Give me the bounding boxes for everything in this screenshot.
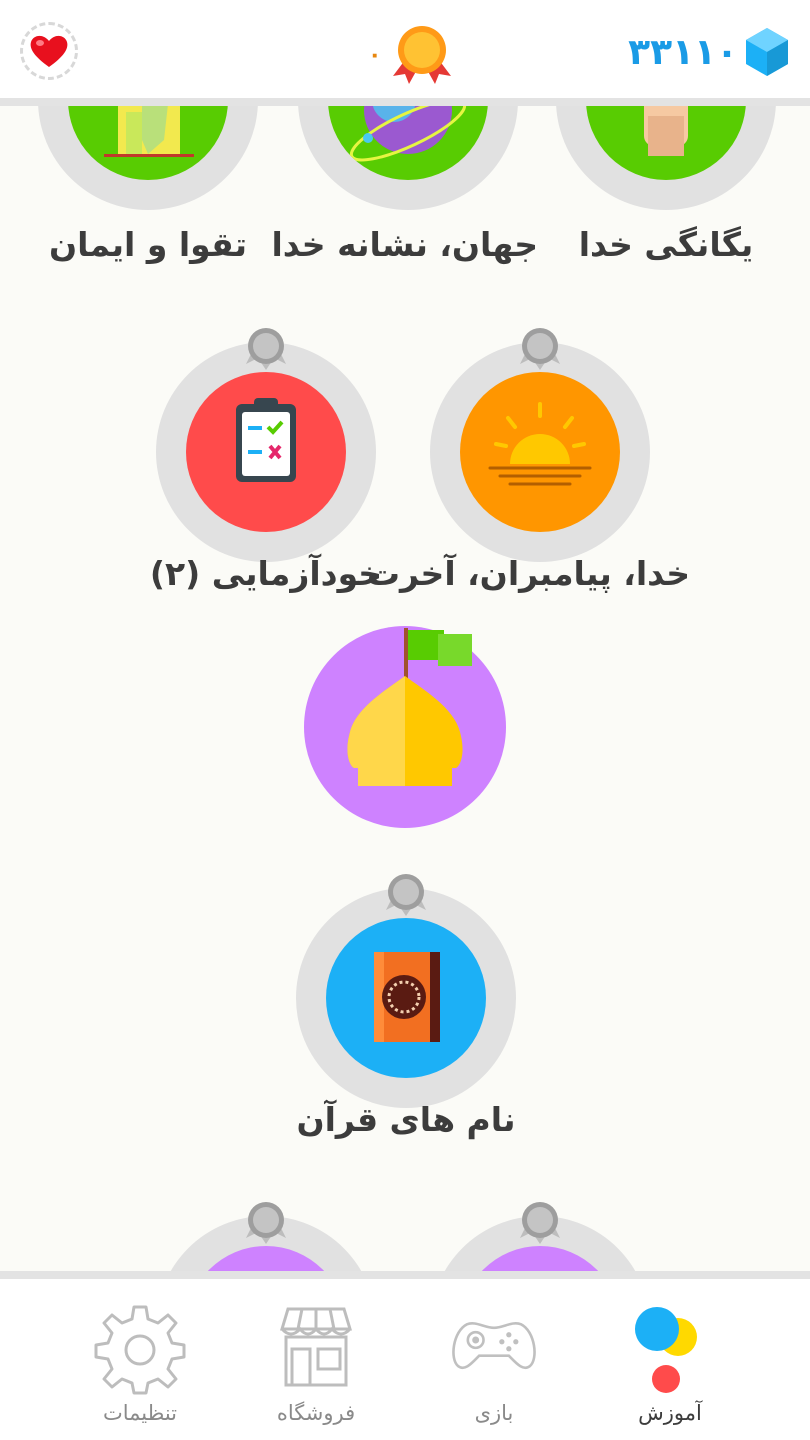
bottom-nav: آموزش بازی فروشگاه تنظیمات	[0, 1279, 810, 1440]
medal-counter[interactable]: ۰	[368, 22, 455, 88]
nav-learn[interactable]: آموزش	[590, 1279, 750, 1440]
gear-icon	[94, 1305, 186, 1395]
nav-shop[interactable]: فروشگاه	[236, 1279, 396, 1440]
crown-icon	[520, 1202, 560, 1244]
hearts-button[interactable]	[20, 22, 78, 80]
lesson-label: جهان، نشانه خدا	[271, 225, 538, 264]
lesson-node-khoda-payambaran[interactable]: خدا، پیامبران، آخرت	[367, 322, 690, 612]
gamepad-icon	[452, 1322, 536, 1370]
nav-game-label: بازی	[474, 1401, 514, 1425]
learn-icon	[635, 1307, 697, 1393]
crown-icon	[520, 328, 560, 370]
medal-count: ۰	[368, 42, 382, 68]
nav-settings-label: تنظیمات	[102, 1401, 178, 1425]
crown-icon	[386, 874, 426, 916]
lesson-node-locked-left[interactable]	[156, 1196, 376, 1271]
app-screen: یگانگی خدا جهان، نشانه خدا تقوا و ایمان …	[0, 0, 810, 1440]
heart-icon	[30, 35, 68, 67]
crown-icon	[246, 328, 286, 370]
top-bar: ۰ ۳۳۱۱۰	[0, 0, 810, 100]
sunset-icon	[488, 402, 592, 486]
lesson-node-quran-names[interactable]: نام های قرآن	[296, 868, 516, 1158]
lesson-label: یگانگی خدا	[578, 225, 754, 264]
gems-count: ۳۳۱۱۰	[628, 31, 738, 73]
shop-icon	[279, 1307, 353, 1387]
nav-game[interactable]: بازی	[414, 1279, 574, 1440]
nav-learn-label: آموزش	[638, 1401, 702, 1425]
lesson-label: خودآزمایی (۲)	[149, 554, 383, 593]
top-bar-divider	[0, 98, 810, 106]
gem-icon	[746, 28, 788, 76]
clipboard-icon	[236, 398, 296, 482]
gems-counter[interactable]: ۳۳۱۱۰	[628, 24, 790, 80]
nav-settings[interactable]: تنظیمات	[60, 1279, 220, 1440]
lesson-tree[interactable]: یگانگی خدا جهان، نشانه خدا تقوا و ایمان …	[0, 0, 810, 1271]
checkpoint-node[interactable]	[304, 624, 506, 828]
lesson-label: تقوا و ایمان	[48, 225, 248, 264]
lesson-label: نام های قرآن	[296, 1100, 516, 1139]
crown-icon	[246, 1202, 286, 1244]
lesson-node-khodazmayi[interactable]: خودآزمایی (۲)	[150, 322, 382, 612]
medal-icon	[393, 26, 452, 84]
nav-shop-label: فروشگاه	[276, 1401, 356, 1425]
dome-flag-icon	[347, 628, 472, 786]
lesson-label: خدا، پیامبران، آخرت	[366, 554, 690, 593]
lesson-node-locked-right[interactable]	[430, 1196, 650, 1271]
bottom-nav-divider	[0, 1271, 810, 1279]
quran-book-icon	[374, 952, 440, 1042]
